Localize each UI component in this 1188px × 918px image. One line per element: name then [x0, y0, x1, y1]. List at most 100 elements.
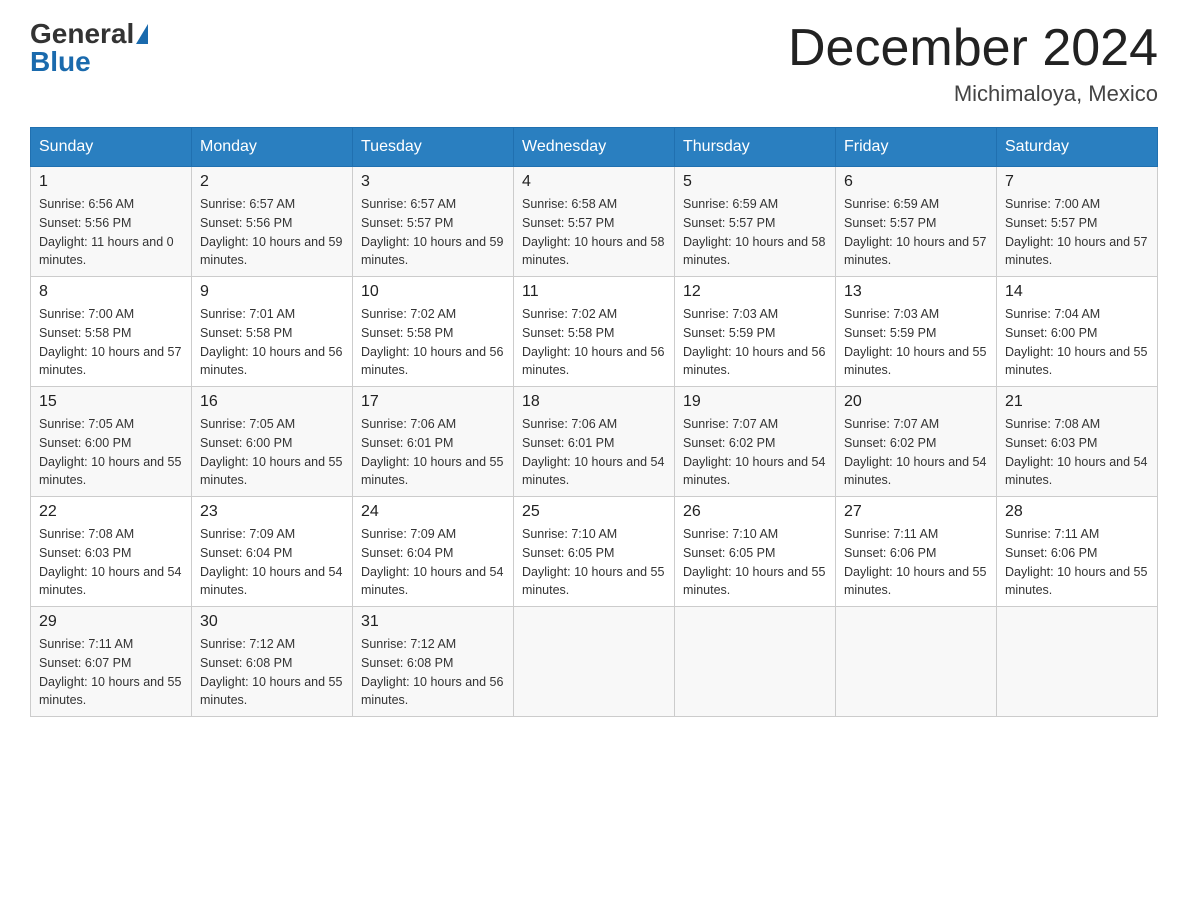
calendar-cell: 14 Sunrise: 7:04 AMSunset: 6:00 PMDaylig…	[997, 277, 1158, 387]
calendar-week-row: 15 Sunrise: 7:05 AMSunset: 6:00 PMDaylig…	[31, 387, 1158, 497]
day-info: Sunrise: 7:06 AMSunset: 6:01 PMDaylight:…	[522, 417, 664, 487]
calendar-cell: 3 Sunrise: 6:57 AMSunset: 5:57 PMDayligh…	[353, 167, 514, 277]
page-header: General Blue December 2024 Michimaloya, …	[30, 20, 1158, 107]
day-info: Sunrise: 7:10 AMSunset: 6:05 PMDaylight:…	[683, 527, 825, 597]
day-info: Sunrise: 7:05 AMSunset: 6:00 PMDaylight:…	[200, 417, 342, 487]
day-number: 25	[522, 503, 666, 521]
day-info: Sunrise: 6:58 AMSunset: 5:57 PMDaylight:…	[522, 197, 664, 267]
calendar-cell: 6 Sunrise: 6:59 AMSunset: 5:57 PMDayligh…	[836, 167, 997, 277]
logo-blue-text: Blue	[30, 48, 91, 76]
day-number: 7	[1005, 173, 1149, 191]
calendar-cell: 23 Sunrise: 7:09 AMSunset: 6:04 PMDaylig…	[192, 497, 353, 607]
day-info: Sunrise: 7:00 AMSunset: 5:57 PMDaylight:…	[1005, 197, 1147, 267]
calendar-cell: 22 Sunrise: 7:08 AMSunset: 6:03 PMDaylig…	[31, 497, 192, 607]
calendar-cell: 15 Sunrise: 7:05 AMSunset: 6:00 PMDaylig…	[31, 387, 192, 497]
calendar-cell	[514, 607, 675, 717]
calendar-cell: 20 Sunrise: 7:07 AMSunset: 6:02 PMDaylig…	[836, 387, 997, 497]
calendar-cell	[997, 607, 1158, 717]
day-info: Sunrise: 7:11 AMSunset: 6:06 PMDaylight:…	[844, 527, 986, 597]
day-header-sunday: Sunday	[31, 128, 192, 167]
day-number: 4	[522, 173, 666, 191]
day-info: Sunrise: 6:57 AMSunset: 5:57 PMDaylight:…	[361, 197, 503, 267]
calendar-cell: 12 Sunrise: 7:03 AMSunset: 5:59 PMDaylig…	[675, 277, 836, 387]
calendar-cell: 5 Sunrise: 6:59 AMSunset: 5:57 PMDayligh…	[675, 167, 836, 277]
day-info: Sunrise: 7:05 AMSunset: 6:00 PMDaylight:…	[39, 417, 181, 487]
calendar-week-row: 29 Sunrise: 7:11 AMSunset: 6:07 PMDaylig…	[31, 607, 1158, 717]
day-info: Sunrise: 6:56 AMSunset: 5:56 PMDaylight:…	[39, 197, 174, 267]
day-number: 27	[844, 503, 988, 521]
calendar-cell: 16 Sunrise: 7:05 AMSunset: 6:00 PMDaylig…	[192, 387, 353, 497]
day-info: Sunrise: 7:08 AMSunset: 6:03 PMDaylight:…	[1005, 417, 1147, 487]
day-header-thursday: Thursday	[675, 128, 836, 167]
calendar-cell	[836, 607, 997, 717]
day-number: 18	[522, 393, 666, 411]
day-info: Sunrise: 6:59 AMSunset: 5:57 PMDaylight:…	[683, 197, 825, 267]
day-info: Sunrise: 7:09 AMSunset: 6:04 PMDaylight:…	[361, 527, 503, 597]
calendar-cell: 19 Sunrise: 7:07 AMSunset: 6:02 PMDaylig…	[675, 387, 836, 497]
day-number: 29	[39, 613, 183, 631]
day-number: 23	[200, 503, 344, 521]
day-number: 16	[200, 393, 344, 411]
day-number: 1	[39, 173, 183, 191]
logo-general-text: General	[30, 20, 134, 48]
day-info: Sunrise: 7:06 AMSunset: 6:01 PMDaylight:…	[361, 417, 503, 487]
day-number: 26	[683, 503, 827, 521]
calendar-cell: 10 Sunrise: 7:02 AMSunset: 5:58 PMDaylig…	[353, 277, 514, 387]
day-info: Sunrise: 7:12 AMSunset: 6:08 PMDaylight:…	[361, 637, 503, 707]
day-info: Sunrise: 7:11 AMSunset: 6:06 PMDaylight:…	[1005, 527, 1147, 597]
day-number: 17	[361, 393, 505, 411]
day-header-wednesday: Wednesday	[514, 128, 675, 167]
calendar-cell: 24 Sunrise: 7:09 AMSunset: 6:04 PMDaylig…	[353, 497, 514, 607]
day-info: Sunrise: 7:12 AMSunset: 6:08 PMDaylight:…	[200, 637, 342, 707]
day-info: Sunrise: 7:00 AMSunset: 5:58 PMDaylight:…	[39, 307, 181, 377]
day-number: 3	[361, 173, 505, 191]
day-info: Sunrise: 7:02 AMSunset: 5:58 PMDaylight:…	[522, 307, 664, 377]
day-number: 31	[361, 613, 505, 631]
calendar-cell: 18 Sunrise: 7:06 AMSunset: 6:01 PMDaylig…	[514, 387, 675, 497]
day-number: 28	[1005, 503, 1149, 521]
day-number: 21	[1005, 393, 1149, 411]
calendar-cell: 1 Sunrise: 6:56 AMSunset: 5:56 PMDayligh…	[31, 167, 192, 277]
day-info: Sunrise: 7:03 AMSunset: 5:59 PMDaylight:…	[683, 307, 825, 377]
day-number: 8	[39, 283, 183, 301]
day-number: 5	[683, 173, 827, 191]
calendar-cell: 9 Sunrise: 7:01 AMSunset: 5:58 PMDayligh…	[192, 277, 353, 387]
day-info: Sunrise: 7:09 AMSunset: 6:04 PMDaylight:…	[200, 527, 342, 597]
day-info: Sunrise: 7:07 AMSunset: 6:02 PMDaylight:…	[844, 417, 986, 487]
day-number: 10	[361, 283, 505, 301]
day-number: 14	[1005, 283, 1149, 301]
calendar-cell: 21 Sunrise: 7:08 AMSunset: 6:03 PMDaylig…	[997, 387, 1158, 497]
day-header-saturday: Saturday	[997, 128, 1158, 167]
calendar-week-row: 8 Sunrise: 7:00 AMSunset: 5:58 PMDayligh…	[31, 277, 1158, 387]
title-section: December 2024 Michimaloya, Mexico	[788, 20, 1158, 107]
day-info: Sunrise: 7:01 AMSunset: 5:58 PMDaylight:…	[200, 307, 342, 377]
calendar-cell: 26 Sunrise: 7:10 AMSunset: 6:05 PMDaylig…	[675, 497, 836, 607]
day-number: 22	[39, 503, 183, 521]
day-number: 19	[683, 393, 827, 411]
day-info: Sunrise: 6:57 AMSunset: 5:56 PMDaylight:…	[200, 197, 342, 267]
logo: General Blue	[30, 20, 148, 76]
calendar-week-row: 22 Sunrise: 7:08 AMSunset: 6:03 PMDaylig…	[31, 497, 1158, 607]
calendar-cell: 17 Sunrise: 7:06 AMSunset: 6:01 PMDaylig…	[353, 387, 514, 497]
calendar-table: SundayMondayTuesdayWednesdayThursdayFrid…	[30, 127, 1158, 717]
calendar-cell: 25 Sunrise: 7:10 AMSunset: 6:05 PMDaylig…	[514, 497, 675, 607]
location-text: Michimaloya, Mexico	[788, 81, 1158, 107]
day-number: 12	[683, 283, 827, 301]
day-number: 13	[844, 283, 988, 301]
calendar-cell: 8 Sunrise: 7:00 AMSunset: 5:58 PMDayligh…	[31, 277, 192, 387]
calendar-cell: 4 Sunrise: 6:58 AMSunset: 5:57 PMDayligh…	[514, 167, 675, 277]
day-info: Sunrise: 7:02 AMSunset: 5:58 PMDaylight:…	[361, 307, 503, 377]
day-header-friday: Friday	[836, 128, 997, 167]
month-title: December 2024	[788, 20, 1158, 77]
calendar-cell: 13 Sunrise: 7:03 AMSunset: 5:59 PMDaylig…	[836, 277, 997, 387]
day-info: Sunrise: 7:11 AMSunset: 6:07 PMDaylight:…	[39, 637, 181, 707]
calendar-cell: 7 Sunrise: 7:00 AMSunset: 5:57 PMDayligh…	[997, 167, 1158, 277]
logo-triangle-icon	[136, 24, 148, 44]
day-info: Sunrise: 7:10 AMSunset: 6:05 PMDaylight:…	[522, 527, 664, 597]
day-info: Sunrise: 6:59 AMSunset: 5:57 PMDaylight:…	[844, 197, 986, 267]
day-number: 11	[522, 283, 666, 301]
calendar-cell: 27 Sunrise: 7:11 AMSunset: 6:06 PMDaylig…	[836, 497, 997, 607]
day-number: 6	[844, 173, 988, 191]
day-info: Sunrise: 7:04 AMSunset: 6:00 PMDaylight:…	[1005, 307, 1147, 377]
calendar-week-row: 1 Sunrise: 6:56 AMSunset: 5:56 PMDayligh…	[31, 167, 1158, 277]
